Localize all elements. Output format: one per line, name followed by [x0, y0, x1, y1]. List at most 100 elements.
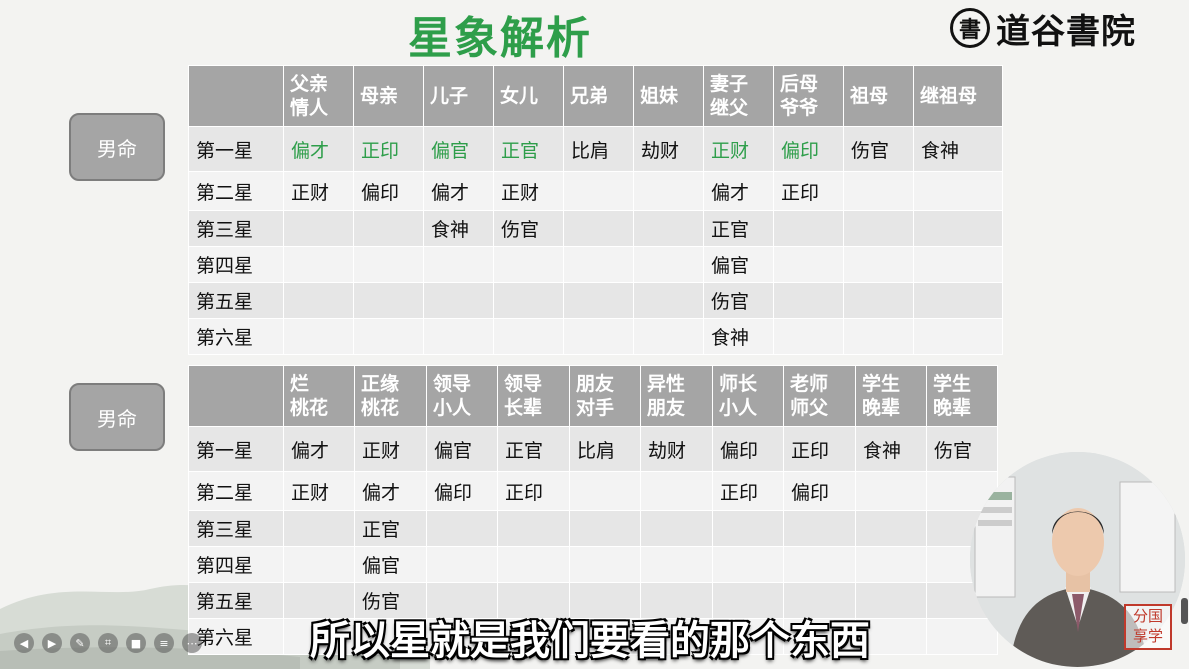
screenshot-icon[interactable]: ⌗: [98, 633, 118, 653]
gender-label-1: 男命: [69, 113, 165, 181]
row-label: 第二星: [188, 471, 284, 511]
column-header: 学生 晚辈: [855, 365, 927, 427]
column-header-line: 父亲: [290, 73, 329, 95]
table-cell: [913, 210, 1003, 247]
table-cell: [843, 318, 914, 355]
prev-icon[interactable]: ◀: [14, 633, 34, 653]
table-cell: [423, 318, 494, 355]
column-header-line: 母亲: [360, 85, 399, 107]
table-cell: [843, 210, 914, 247]
column-header-line: 小人: [433, 397, 472, 419]
table-cell: 偏才: [354, 471, 427, 511]
table-cell: [563, 210, 634, 247]
column-header-line: 女儿: [500, 85, 539, 107]
pen-icon[interactable]: ✎: [70, 633, 90, 653]
more-icon[interactable]: ⋯: [182, 633, 202, 653]
table-cell: [640, 510, 713, 547]
table-cell: 偏印: [353, 171, 424, 211]
column-header: 后母 爷爷: [773, 65, 844, 127]
table-cell: 偏印: [783, 471, 856, 511]
table-cell: 偏才: [283, 426, 355, 472]
column-header-line: 继父: [710, 97, 749, 119]
table-cell: [563, 171, 634, 211]
table-cell: 正印: [773, 171, 844, 211]
table-cell: 正印: [497, 471, 570, 511]
table-cell: 伤官: [926, 426, 998, 472]
table-row: 第六星 食神: [188, 318, 1003, 355]
column-header-line: 朋友: [576, 373, 615, 395]
table-cell: 伤官: [843, 126, 914, 172]
page-title: 星象解析: [408, 13, 592, 64]
table-cell: 正财: [493, 171, 564, 211]
table-cell: 偏官: [703, 246, 774, 283]
table-cell: 偏才: [283, 126, 354, 172]
table-cell: [283, 546, 355, 583]
column-header: 兄弟: [563, 65, 634, 127]
table-cell: 偏才: [703, 171, 774, 211]
column-header-line: 学生: [862, 373, 901, 395]
gender-label-2: 男命: [69, 383, 165, 451]
column-header-line: 老师: [790, 373, 829, 395]
table-cell: [569, 546, 641, 583]
table-cell: [353, 210, 424, 247]
column-header-line: 师父: [790, 397, 829, 419]
table-cell: [843, 171, 914, 211]
column-header: 朋友 对手: [569, 365, 641, 427]
star-table-family: 父亲 情人 母亲 儿子 女儿 兄弟 姐妹 妻子 继父 后母 爷爷 祖母 继祖母 第一星 偏才 正印 偏官 正官比…: [188, 65, 1003, 355]
column-header-line: 继祖母: [920, 85, 978, 107]
table-cell: [633, 210, 704, 247]
table-cell: [633, 318, 704, 355]
column-header: 儿子: [423, 65, 494, 127]
table-cell: [353, 246, 424, 283]
column-header-line: 晚辈: [862, 397, 901, 419]
table-cell: [563, 282, 634, 319]
column-header-line: 朋友: [647, 397, 686, 419]
column-header-line: 儿子: [430, 85, 469, 107]
table-cell: 伤官: [493, 210, 564, 247]
table-cell: [773, 282, 844, 319]
scrollbar-handle[interactable]: [1181, 598, 1188, 624]
table-cell: 食神: [423, 210, 494, 247]
table-cell: [283, 282, 354, 319]
row-label: 第四星: [188, 546, 284, 583]
table-cell: 正财: [283, 471, 355, 511]
table-cell: [913, 171, 1003, 211]
table-cell: [493, 282, 564, 319]
table-cell: 正官: [493, 126, 564, 172]
table-cell: [569, 510, 641, 547]
column-header: 正缘 桃花: [354, 365, 427, 427]
table-row: 第三星 食神 伤官 正官: [188, 210, 1003, 247]
table-cell: [493, 318, 564, 355]
row-label: 第三星: [188, 210, 284, 247]
column-header-line: 对手: [576, 397, 615, 419]
column-header: 姐妹: [633, 65, 704, 127]
table-cell: [913, 282, 1003, 319]
column-header: 学生 晚辈: [926, 365, 998, 427]
table-cell: [783, 546, 856, 583]
table-cell: 食神: [855, 426, 927, 472]
video-subtitle: 所以星就是我们要看的那个东西: [310, 618, 870, 664]
column-header: 继祖母: [913, 65, 1003, 127]
camera-icon[interactable]: ■: [126, 633, 146, 653]
table-cell: [426, 546, 498, 583]
table-row: 第二星 正财 偏才 偏印 正印 正印 偏印: [188, 471, 998, 511]
table-cell: 正官: [354, 510, 427, 547]
table-cell: 偏印: [712, 426, 784, 472]
header-corner: [188, 365, 284, 427]
table-cell: [497, 510, 570, 547]
table-row: 第一星 偏才 正财 偏官 正官 比肩 劫财 偏印 正印 食神 伤官: [188, 426, 998, 472]
column-header-line: 师长: [719, 373, 758, 395]
table-cell: [843, 282, 914, 319]
table-cell: [633, 246, 704, 283]
next-icon[interactable]: ▶: [42, 633, 62, 653]
column-header: 妻子 继父: [703, 65, 774, 127]
table-cell: [712, 546, 784, 583]
column-header: 祖母: [843, 65, 914, 127]
table-row: 第四星 偏官: [188, 546, 998, 583]
table-cell: [913, 246, 1003, 283]
chat-icon[interactable]: ≡: [154, 633, 174, 653]
table-cell: [843, 246, 914, 283]
table-cell: 偏官: [426, 426, 498, 472]
column-header: 师长 小人: [712, 365, 784, 427]
column-header-line: 晚辈: [933, 397, 972, 419]
